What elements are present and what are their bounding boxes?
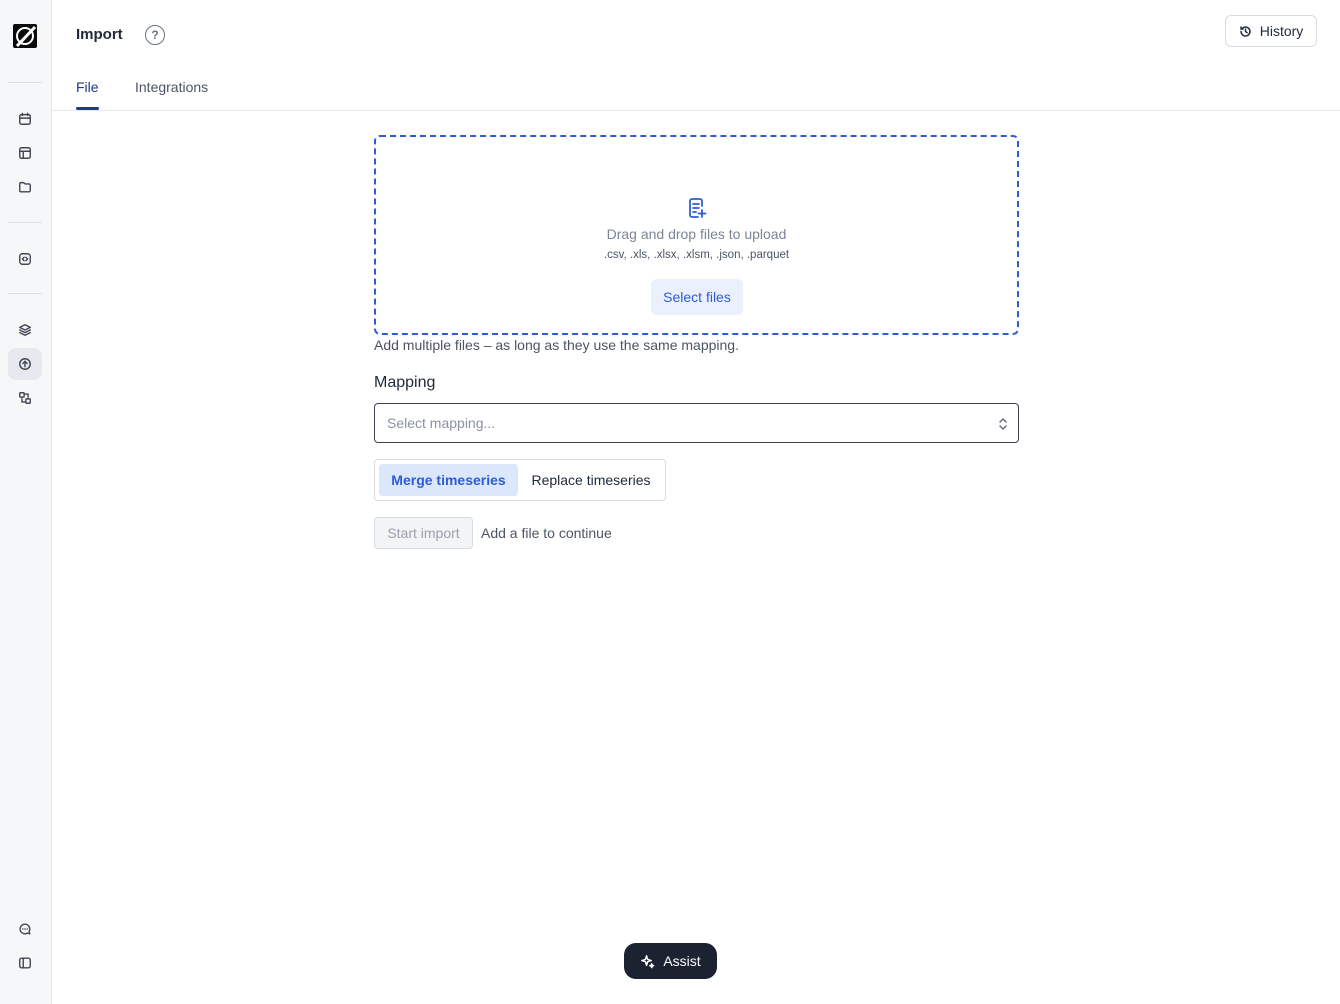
replace-timeseries-option[interactable]: Replace timeseries xyxy=(523,464,659,496)
sidebar-divider xyxy=(8,222,42,223)
dropzone-formats: .csv, .xls, .xlsx, .xlsm, .json, .parque… xyxy=(603,249,790,261)
sidebar-item-layers[interactable] xyxy=(8,314,42,346)
sidebar-item-table[interactable] xyxy=(8,137,42,169)
page-title: Import xyxy=(76,26,123,43)
sidebar-toggle-icon xyxy=(19,957,31,969)
assist-button[interactable]: Assist xyxy=(624,943,717,979)
mapping-select[interactable]: Select mapping... xyxy=(374,403,1019,443)
timeseries-mode-toggle: Merge timeseries Replace timeseries xyxy=(374,459,666,501)
upload-hint: Add multiple files – as long as they use… xyxy=(374,337,739,353)
history-icon xyxy=(1240,25,1251,37)
history-button[interactable]: History xyxy=(1225,15,1317,47)
sidebar xyxy=(0,0,52,1004)
shapes-icon xyxy=(19,392,31,404)
tab-integrations[interactable]: Integrations xyxy=(135,79,208,107)
sidebar-item-code[interactable] xyxy=(8,243,42,275)
chat-icon xyxy=(19,923,31,935)
calendar-icon xyxy=(19,112,31,125)
sparkle-icon xyxy=(641,954,655,968)
app-logo[interactable] xyxy=(13,24,37,48)
history-label: History xyxy=(1259,23,1304,39)
app-root: Import ? History File Integrations Drag … xyxy=(0,0,1340,1004)
table-icon xyxy=(19,147,31,159)
assist-label: Assist xyxy=(663,953,701,969)
sidebar-divider xyxy=(8,293,42,294)
sidebar-item-collapse[interactable] xyxy=(8,947,42,979)
file-plus-icon xyxy=(687,197,707,219)
sidebar-item-folder[interactable] xyxy=(8,171,42,203)
merge-timeseries-option[interactable]: Merge timeseries xyxy=(379,464,518,496)
sidebar-item-chat[interactable] xyxy=(8,913,42,945)
select-files-button[interactable]: Select files xyxy=(651,279,743,315)
code-square-icon xyxy=(19,253,31,265)
dropzone-prompt: Drag and drop files to upload xyxy=(606,226,787,242)
file-dropzone[interactable]: Drag and drop files to upload .csv, .xls… xyxy=(374,135,1019,335)
mapping-placeholder: Select mapping... xyxy=(387,415,496,431)
chevron-updown-icon xyxy=(998,416,1008,432)
tabs-divider xyxy=(52,110,1340,111)
help-icon[interactable]: ? xyxy=(145,25,165,45)
import-status-text: Add a file to continue xyxy=(481,525,612,541)
mapping-label: Mapping xyxy=(374,374,436,391)
sidebar-divider xyxy=(8,82,42,83)
sidebar-item-import[interactable] xyxy=(8,348,42,380)
layers-icon xyxy=(19,324,31,336)
start-import-button[interactable]: Start import xyxy=(374,517,473,549)
upload-icon xyxy=(19,358,31,370)
sidebar-item-shapes[interactable] xyxy=(8,382,42,414)
folder-icon xyxy=(19,181,31,193)
tab-file[interactable]: File xyxy=(76,79,99,107)
sidebar-item-calendar[interactable] xyxy=(8,103,42,135)
